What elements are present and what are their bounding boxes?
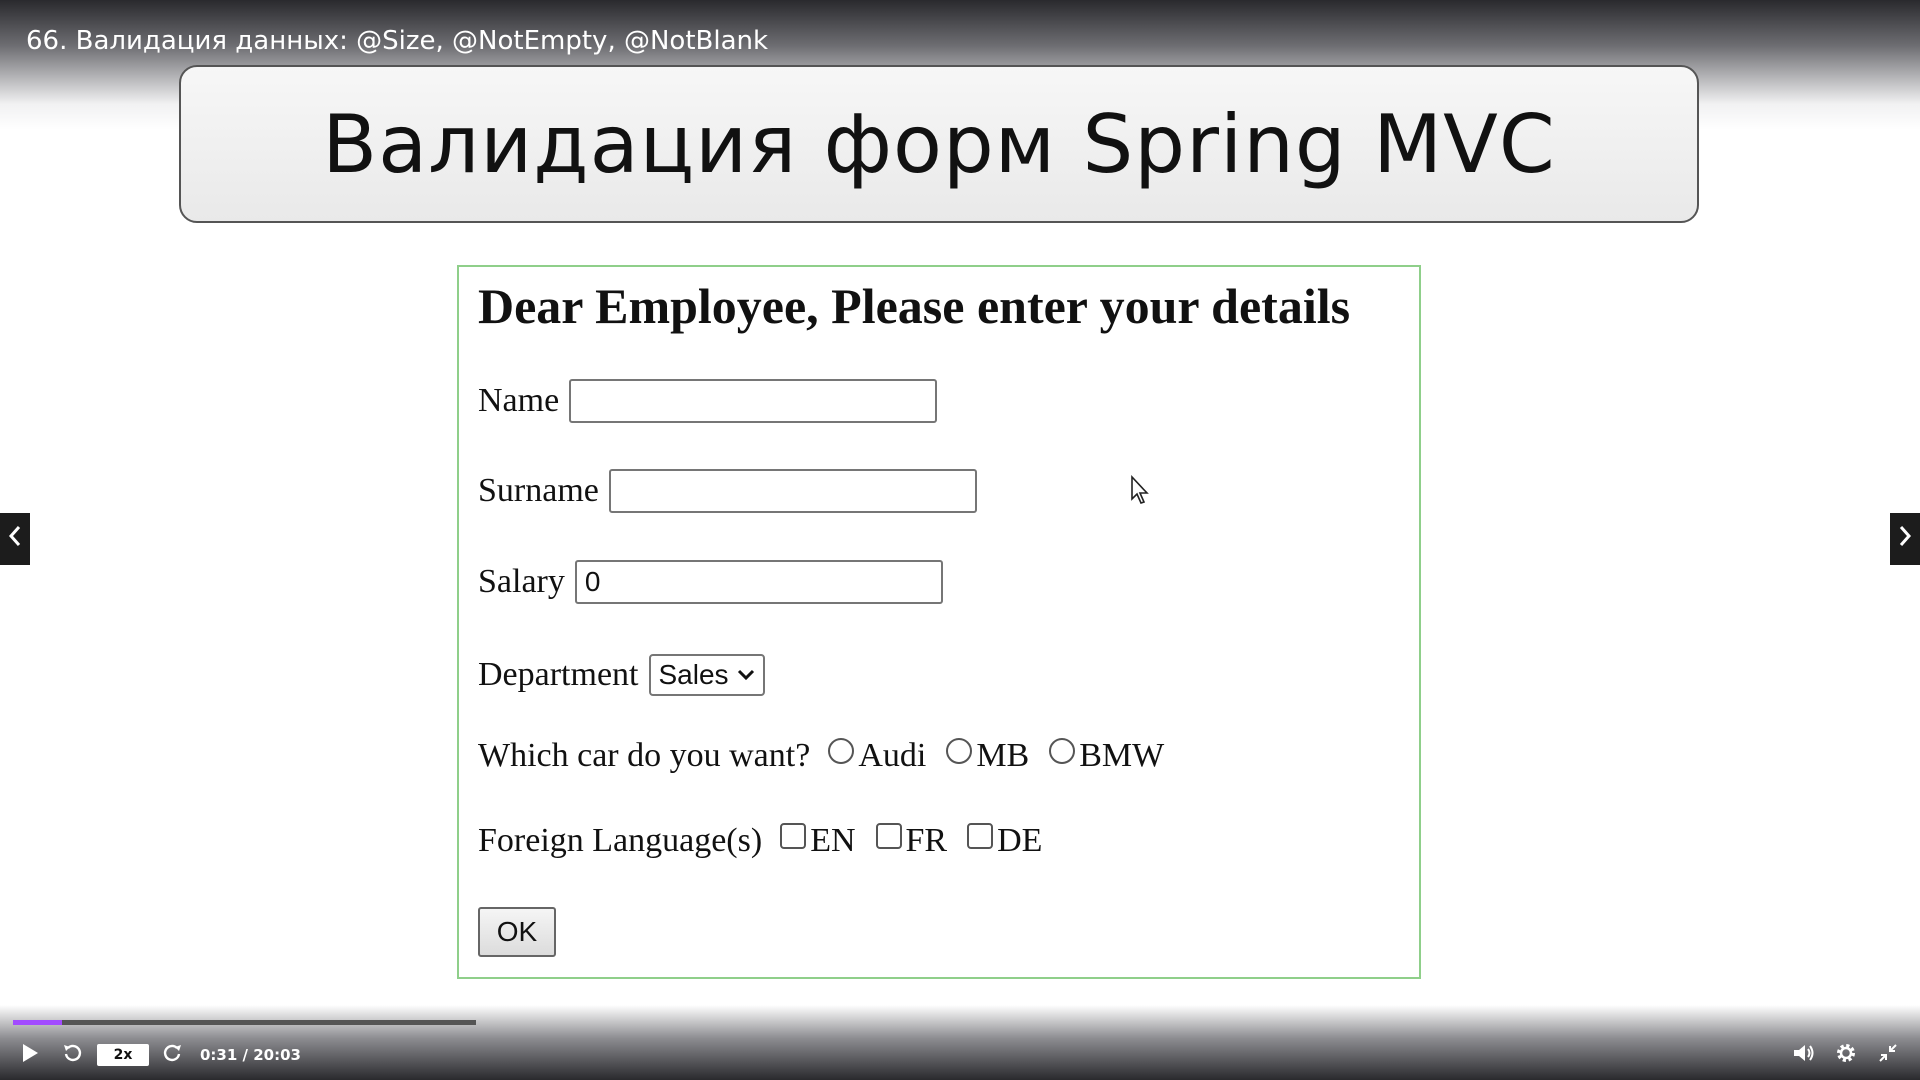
progress-fill — [13, 1020, 62, 1025]
department-label: Department — [478, 656, 639, 693]
car-option-audi: Audi — [858, 737, 927, 774]
volume-button[interactable] — [1792, 1040, 1816, 1070]
salary-input[interactable]: 0 — [574, 560, 943, 604]
name-label: Name — [478, 382, 560, 419]
chevron-left-icon — [8, 524, 22, 554]
gear-icon — [1834, 1041, 1858, 1069]
name-row: Name — [478, 379, 938, 423]
prev-slide-button[interactable] — [0, 513, 30, 565]
volume-icon — [1792, 1042, 1816, 1068]
car-label: Which car do you want? — [478, 737, 811, 774]
fullscreen-exit-button[interactable] — [1877, 1040, 1899, 1070]
language-option-de: DE — [997, 822, 1043, 859]
forward-icon — [161, 1042, 183, 1068]
chevron-down-icon — [737, 665, 755, 686]
slide-title: Валидация форм Spring MVC — [322, 97, 1556, 191]
language-checkbox-de[interactable] — [967, 823, 994, 849]
form-heading: Dear Employee, Please enter your details — [478, 278, 1351, 334]
name-input[interactable] — [569, 379, 938, 423]
salary-label: Salary — [478, 563, 565, 600]
department-selected-value: Sales — [658, 659, 729, 690]
car-radio-audi[interactable] — [828, 738, 855, 764]
language-option-fr: FR — [905, 822, 948, 859]
language-checkbox-fr[interactable] — [875, 823, 902, 849]
settings-button[interactable] — [1834, 1040, 1858, 1070]
car-option-bmw: BMW — [1079, 737, 1165, 774]
department-row: Department Sales — [478, 654, 765, 696]
rewind-button[interactable] — [62, 1040, 84, 1070]
play-icon — [20, 1042, 40, 1068]
player-controls: 2x 0:31 / 20:03 — [0, 1040, 1920, 1070]
rewind-icon — [62, 1042, 84, 1068]
car-row: Which car do you want? Audi MB BMW — [478, 737, 1164, 775]
language-label: Foreign Language(s) — [478, 822, 763, 859]
video-title: 66. Валидация данных: @Size, @NotEmpty, … — [26, 26, 769, 56]
surname-label: Surname — [478, 472, 599, 509]
speed-button[interactable]: 2x — [97, 1040, 149, 1070]
time-display: 0:31 / 20:03 — [200, 1040, 301, 1070]
surname-input[interactable] — [608, 469, 977, 513]
progress-bar[interactable] — [13, 1020, 476, 1025]
fullscreen-exit-icon — [1877, 1042, 1899, 1068]
employee-form: Dear Employee, Please enter your details… — [457, 265, 1421, 979]
ok-button[interactable]: OK — [478, 907, 556, 957]
speed-badge: 2x — [97, 1044, 149, 1066]
play-button[interactable] — [20, 1040, 40, 1070]
slide-banner: Валидация форм Spring MVC — [179, 65, 1699, 223]
salary-row: Salary 0 — [478, 560, 943, 604]
department-select[interactable]: Sales — [648, 654, 765, 696]
time-text: 0:31 / 20:03 — [200, 1046, 301, 1064]
language-option-en: EN — [810, 822, 856, 859]
car-radio-bmw[interactable] — [1049, 738, 1076, 764]
car-radio-mb[interactable] — [946, 738, 973, 764]
language-checkbox-en[interactable] — [780, 823, 807, 849]
mouse-cursor-icon — [1130, 474, 1150, 509]
car-option-mb: MB — [976, 737, 1030, 774]
chevron-right-icon — [1898, 524, 1912, 554]
forward-button[interactable] — [161, 1040, 183, 1070]
language-row: Foreign Language(s) EN FR DE — [478, 822, 1042, 860]
next-slide-button[interactable] — [1890, 513, 1920, 565]
surname-row: Surname — [478, 469, 977, 513]
